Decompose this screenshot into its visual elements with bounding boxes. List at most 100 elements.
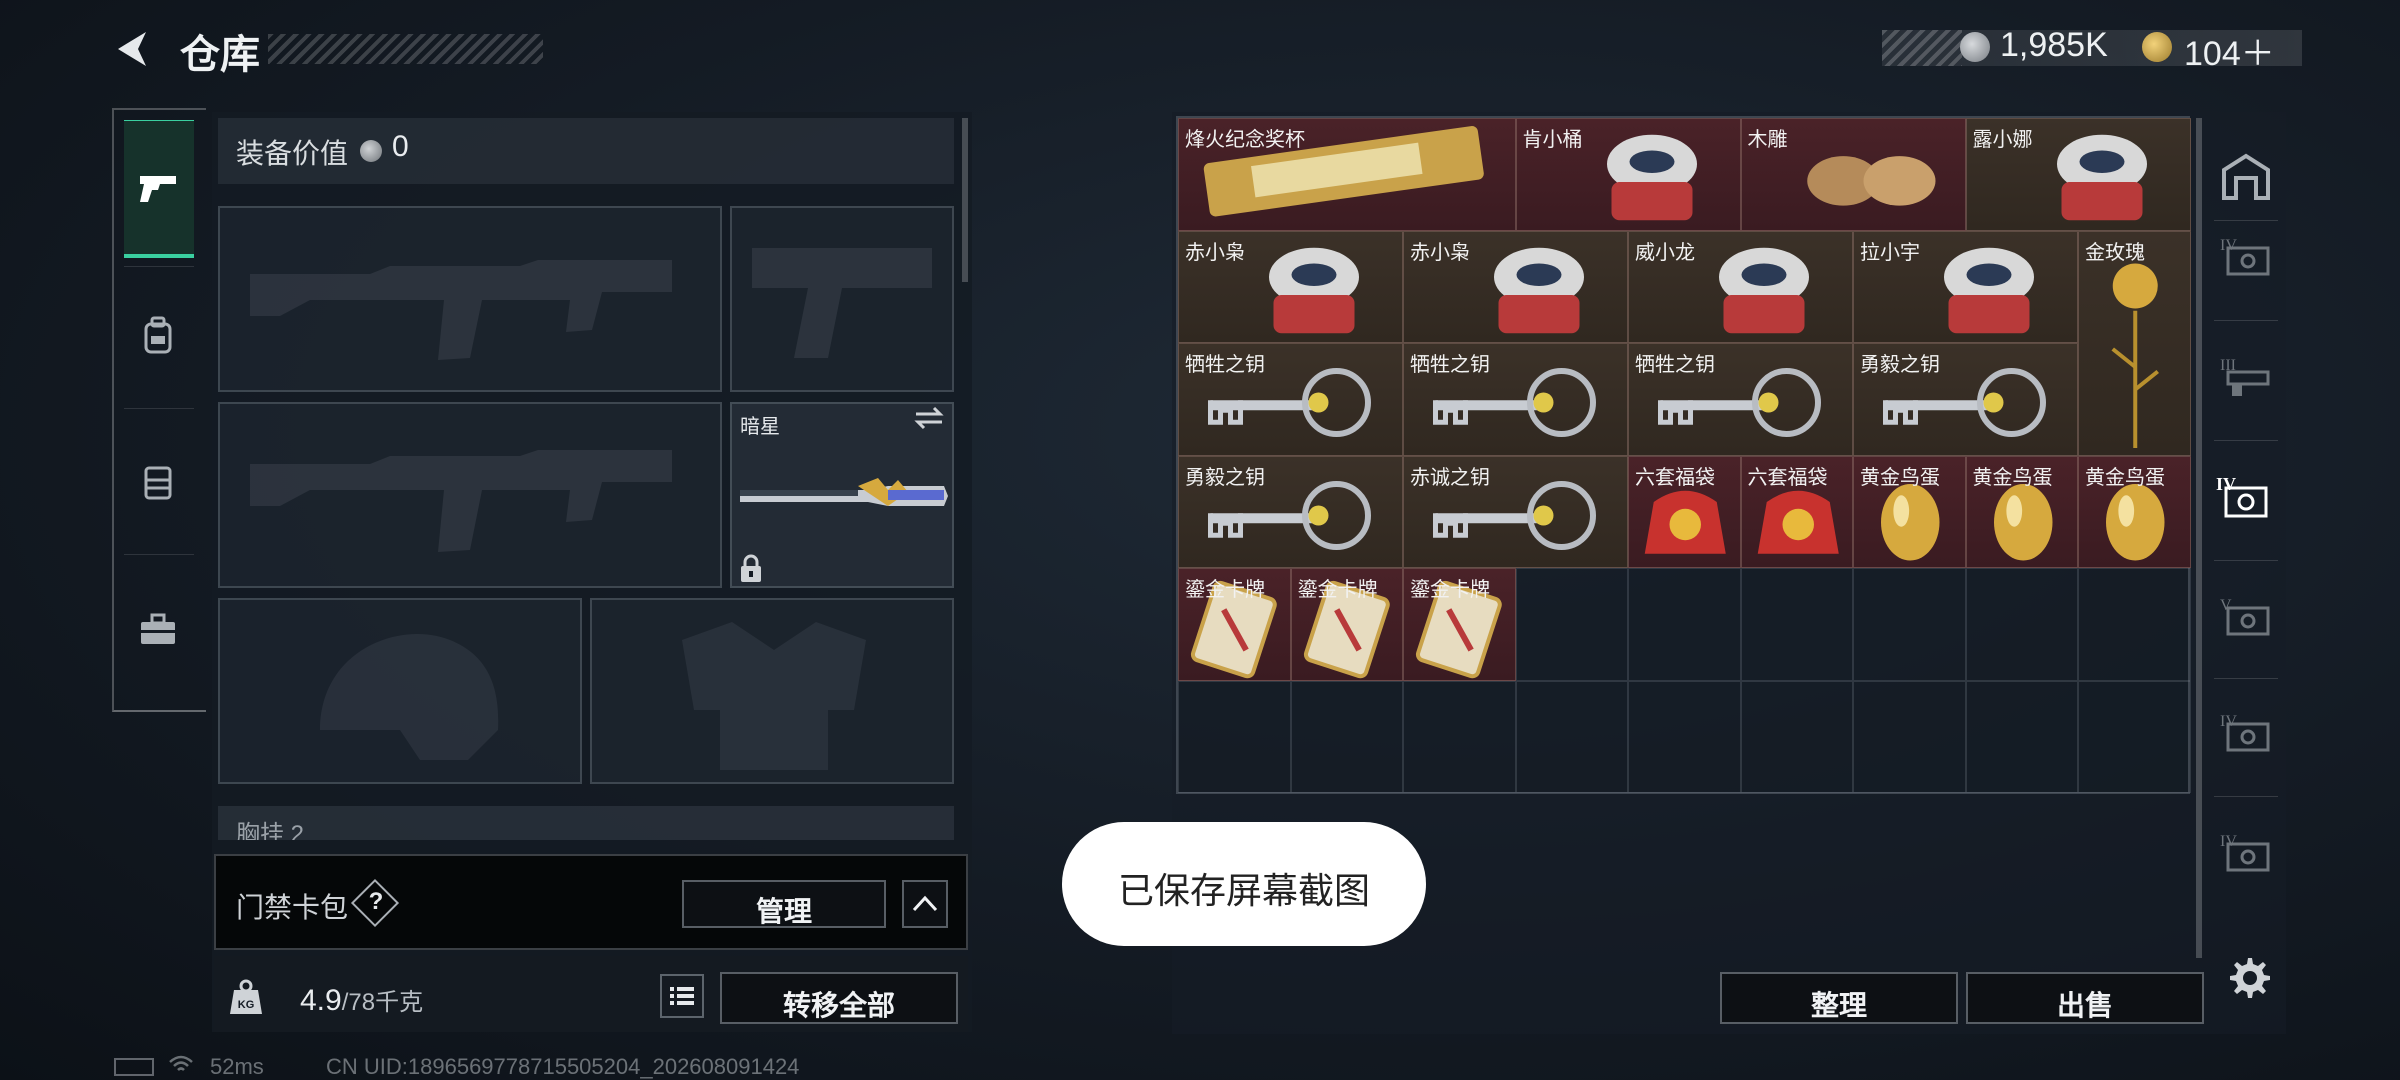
tab-divider [2214, 560, 2278, 561]
back-arrow-icon[interactable] [112, 28, 152, 70]
inventory-item[interactable]: 六套福袋 [1628, 455, 1741, 568]
inventory-item-name: 牺牲之钥 [1635, 354, 1715, 376]
currency-decoration [1882, 30, 1962, 66]
gold-coin-icon [2142, 32, 2172, 62]
gear-icon[interactable] [2224, 954, 2272, 1002]
inventory-item-name: 鎏金卡牌 [1410, 579, 1490, 601]
list-icon [670, 987, 694, 1005]
title-decoration [268, 34, 543, 64]
card-pack-label: 门禁卡包 [236, 892, 349, 923]
inventory-item[interactable]: 六套福袋 [1740, 455, 1853, 568]
max-weight: /78千克 [341, 989, 424, 1016]
empty-grid-cell[interactable] [1740, 568, 1853, 681]
inventory-item[interactable]: 威小龙 [1628, 230, 1853, 343]
swap-icon[interactable] [912, 404, 946, 432]
inventory-item[interactable]: 牺牲之钥 [1178, 343, 1403, 456]
tidy-button[interactable]: 整理 [1720, 972, 1958, 1024]
case-iv-icon[interactable]: IV [2218, 232, 2274, 280]
inventory-item[interactable]: 勇毅之钥 [1853, 343, 2078, 456]
inventory-item[interactable]: 鎏金卡牌 [1290, 568, 1403, 681]
helmet-slot[interactable] [218, 598, 582, 784]
manage-button[interactable]: 管理 [682, 880, 886, 928]
inventory-item-name: 黄金鸟蛋 [1860, 466, 1940, 489]
vest-icon[interactable] [138, 462, 178, 502]
svg-text:KG: KG [238, 999, 255, 1011]
inventory-item[interactable]: 赤小枭 [1178, 230, 1403, 343]
inventory-item[interactable]: 勇毅之钥 [1178, 455, 1403, 568]
inventory-item-name: 拉小宇 [1860, 241, 1920, 264]
case-iv-icon[interactable]: IV [2218, 828, 2274, 876]
case-iv-icon[interactable]: IV [2214, 470, 2274, 522]
empty-grid-cell[interactable] [1178, 680, 1291, 793]
expand-button[interactable] [902, 880, 948, 928]
backpack-icon[interactable] [138, 316, 178, 356]
inventory-item[interactable]: 拉小宇 [1853, 230, 2078, 343]
empty-grid-cell[interactable] [2078, 680, 2191, 793]
inventory-item[interactable]: 牺牲之钥 [1403, 343, 1628, 456]
inventory-item-name: 赤小枭 [1185, 241, 1245, 264]
equipment-scrollbar[interactable] [962, 118, 968, 282]
tab-divider [2214, 678, 2278, 679]
home-icon[interactable] [2220, 150, 2272, 202]
empty-grid-cell[interactable] [1290, 680, 1403, 793]
empty-grid-cell[interactable] [1515, 568, 1628, 681]
primary-weapon-slot[interactable] [218, 206, 722, 392]
svg-text:V: V [2220, 597, 2232, 614]
empty-grid-cell[interactable] [1515, 680, 1628, 793]
gold-coin-balance[interactable]: 104＋ [2184, 26, 2275, 75]
sell-button[interactable]: 出售 [1966, 972, 2204, 1024]
empty-grid-cell[interactable] [1403, 680, 1516, 793]
inventory-item[interactable]: 木雕 [1740, 118, 1966, 231]
empty-grid-cell[interactable] [1965, 568, 2078, 681]
inventory-item[interactable]: 肯小桶 [1515, 118, 1741, 231]
tab-divider [124, 408, 194, 409]
toolbox-icon[interactable] [138, 610, 178, 650]
inventory-item-name: 六套福袋 [1635, 466, 1715, 489]
inventory-item[interactable]: 鎏金卡牌 [1178, 568, 1291, 681]
transfer-all-button[interactable]: 转移全部 [720, 972, 958, 1024]
empty-grid-cell[interactable] [1853, 680, 1966, 793]
inventory-item-name: 露小娜 [1972, 129, 2033, 151]
inventory-item-name: 木雕 [1747, 129, 1788, 151]
inventory-item-name: 鎏金卡牌 [1297, 579, 1378, 601]
inventory-item[interactable]: 鎏金卡牌 [1403, 568, 1516, 681]
inventory-item[interactable]: 赤诚之钥 [1403, 455, 1628, 568]
secondary-weapon-slot[interactable] [218, 402, 722, 588]
empty-grid-cell[interactable] [1628, 680, 1741, 793]
case-iii-icon[interactable]: III [2218, 352, 2274, 400]
case-iv-icon[interactable]: IV [2218, 708, 2274, 756]
inventory-item[interactable]: 烽火纪念奖杯 [1178, 118, 1516, 231]
case-v-icon[interactable]: V [2218, 592, 2274, 640]
empty-grid-cell[interactable] [2078, 568, 2191, 681]
inventory-item[interactable]: 黄金鸟蛋 [1853, 455, 1966, 568]
wifi-icon [169, 1055, 193, 1071]
inventory-item-name: 黄金鸟蛋 [2085, 466, 2165, 489]
equipment-value: 0 [392, 130, 409, 163]
rose-icon [2111, 263, 2159, 448]
inventory-item-name: 肯小桶 [1522, 129, 1583, 151]
inventory-item[interactable]: 黄金鸟蛋 [1965, 455, 2078, 568]
inventory-item[interactable]: 金玫瑰 [2078, 230, 2191, 456]
weight-readout: 4.9/78千克 [300, 982, 423, 1018]
inventory-item-name: 烽火纪念奖杯 [1185, 129, 1305, 151]
empty-grid-cell[interactable] [1628, 568, 1741, 681]
inventory-item[interactable]: 牺牲之钥 [1628, 343, 1853, 456]
inventory-item-name: 赤诚之钥 [1410, 466, 1490, 489]
pistol-slot[interactable] [730, 206, 954, 392]
inventory-item[interactable]: 黄金鸟蛋 [2078, 455, 2191, 568]
inventory-item[interactable]: 赤小枭 [1403, 230, 1628, 343]
inventory-item-name: 牺牲之钥 [1410, 354, 1490, 376]
storage-scrollbar[interactable] [2196, 118, 2202, 958]
ping-readout: 52ms [210, 1054, 264, 1079]
battery-icon [114, 1058, 154, 1076]
empty-grid-cell[interactable] [1965, 680, 2078, 793]
empty-grid-cell[interactable] [1853, 568, 1966, 681]
body-armor-slot[interactable] [590, 598, 954, 784]
inventory-item[interactable]: 露小娜 [1965, 118, 2191, 231]
melee-weapon-name: 暗星 [740, 416, 780, 438]
inventory-item-name: 威小龙 [1635, 241, 1695, 264]
list-view-button[interactable] [660, 974, 704, 1018]
pistol-icon[interactable] [138, 168, 178, 208]
empty-grid-cell[interactable] [1740, 680, 1853, 793]
armor-silhouette-icon [682, 622, 866, 770]
